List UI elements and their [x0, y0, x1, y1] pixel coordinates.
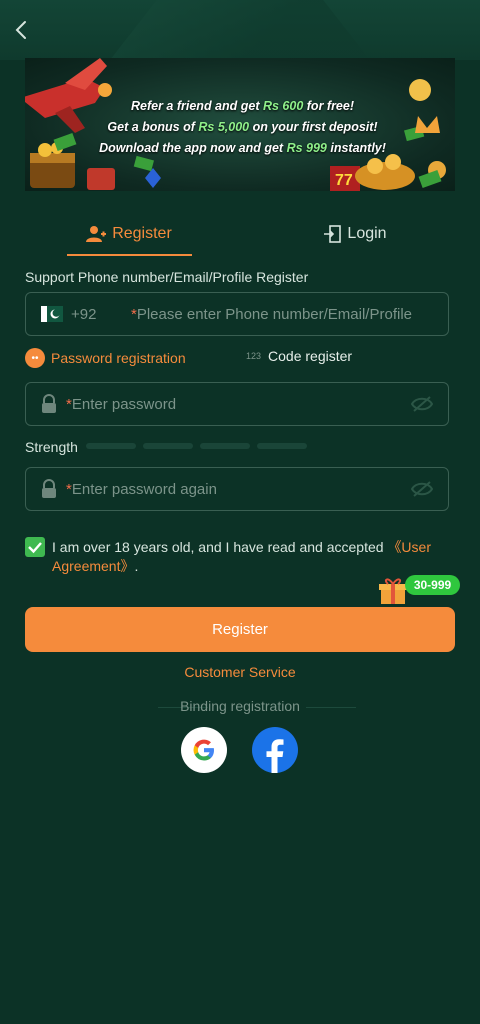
- google-login-button[interactable]: [181, 727, 227, 773]
- confirm-password-placeholder: *Enter password again: [66, 480, 217, 498]
- phone-placeholder-text: Please enter Phone number/Email/Profile: [136, 305, 412, 323]
- password-placeholder-text: Enter password: [71, 395, 177, 413]
- tab-register[interactable]: Register: [65, 212, 193, 256]
- tab-register-label: Register: [112, 225, 172, 242]
- google-icon: [193, 739, 214, 761]
- gift-icon: [379, 578, 407, 604]
- login-icon: [324, 225, 342, 243]
- divider-right: [306, 707, 356, 708]
- confirm-password-field[interactable]: *Enter password again: [25, 467, 449, 511]
- binding-registration-label: Binding registration: [180, 698, 300, 714]
- phone-label: Support Phone number/Email/Profile Regis…: [25, 269, 309, 285]
- password-placeholder: *Enter password: [66, 395, 177, 413]
- user-add-icon: [86, 226, 107, 242]
- code-register-option[interactable]: 123 Code register: [246, 348, 352, 364]
- strength-bar-3: [200, 443, 250, 449]
- banner-line-2-highlight: Rs 5,000: [198, 120, 250, 134]
- banner-line-1: Refer a friend and get Rs 600 for free!: [85, 96, 400, 117]
- banner-line-2: Get a bonus of Rs 5,000 on your first de…: [85, 117, 400, 138]
- country-code[interactable]: +92: [71, 306, 119, 323]
- banner-line-3-text: Download the app now and get: [99, 141, 287, 155]
- code-icon: 123: [246, 351, 262, 361]
- lock-icon: [42, 394, 56, 413]
- banner-line-2-end: on your first deposit!: [249, 120, 378, 134]
- register-button[interactable]: Register: [25, 607, 455, 652]
- banner-line-1-highlight: Rs 600: [262, 99, 304, 113]
- banner-line-3-end: instantly!: [326, 141, 386, 155]
- banner-line-3: Download the app now and get Rs 999 inst…: [85, 138, 400, 159]
- banner-text: Refer a friend and get Rs 600 for free! …: [85, 96, 400, 159]
- password-registration-label: Password registration: [51, 350, 186, 366]
- code-register-label: Code register: [268, 348, 353, 364]
- lock-icon: [42, 479, 56, 498]
- svg-text:77: 77: [335, 172, 353, 189]
- password-dots-icon: ••: [25, 348, 45, 368]
- agreement-text-body: I am over 18 years old, and I have read …: [52, 539, 388, 555]
- agreement-end: .: [134, 558, 139, 574]
- back-icon[interactable]: [10, 18, 34, 42]
- header-background: [0, 0, 480, 60]
- eye-off-icon[interactable]: [410, 395, 434, 413]
- strength-bar-4: [257, 443, 307, 449]
- facebook-icon: [266, 739, 284, 773]
- agreement-text: I am over 18 years old, and I have read …: [52, 538, 432, 576]
- strength-bar-2: [143, 443, 193, 449]
- banner-line-1-text: Refer a friend and get: [131, 99, 263, 113]
- promo-badge[interactable]: 30-999: [405, 575, 460, 595]
- strength-label: Strength: [25, 439, 78, 455]
- agreement-checkbox[interactable]: [25, 537, 45, 557]
- promo-banner[interactable]: 77 Refer a friend and get Rs 600 for fre…: [25, 58, 455, 191]
- password-registration-option[interactable]: •• Password registration: [25, 348, 186, 368]
- facebook-login-button[interactable]: [252, 727, 298, 773]
- password-field[interactable]: *Enter password: [25, 382, 449, 426]
- phone-field[interactable]: +92 *Please enter Phone number/Email/Pro…: [25, 292, 449, 336]
- tab-login[interactable]: Login: [300, 212, 410, 256]
- customer-service-link[interactable]: Customer Service: [0, 664, 480, 680]
- banner-line-3-highlight: Rs 999: [286, 141, 327, 155]
- eye-off-icon[interactable]: [410, 480, 434, 498]
- strength-bar-1: [86, 443, 136, 449]
- check-icon: [28, 542, 42, 554]
- phone-placeholder: *Please enter Phone number/Email/Profile: [131, 305, 412, 323]
- banner-line-2-text: Get a bonus of: [107, 120, 199, 134]
- banner-line-1-end: for free!: [303, 99, 354, 113]
- tab-login-label: Login: [347, 225, 387, 242]
- tab-active-indicator: [67, 254, 192, 256]
- confirm-placeholder-text: Enter password again: [71, 480, 217, 498]
- pakistan-flag-icon: [41, 306, 63, 322]
